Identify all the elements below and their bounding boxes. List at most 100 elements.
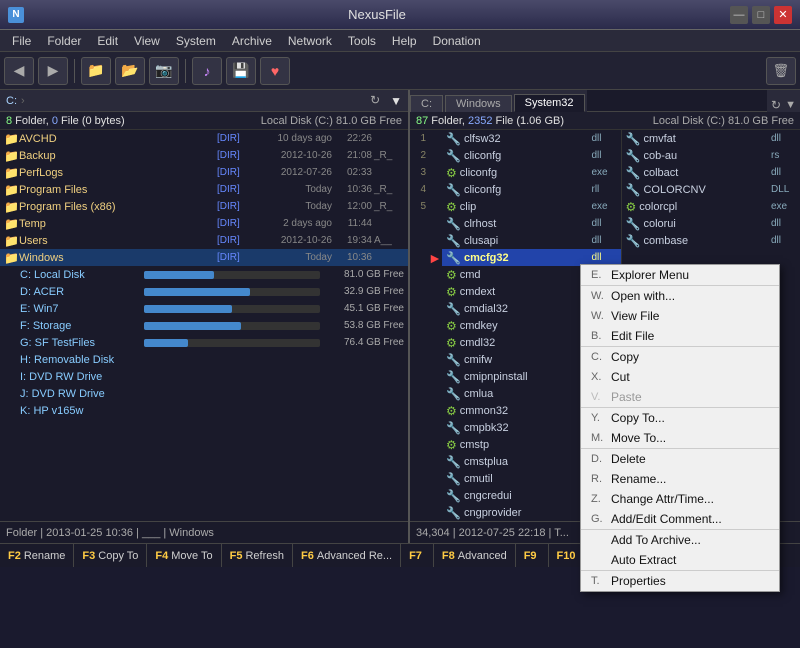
heart-button[interactable]: ♥ [260,57,290,85]
ctx-auto-extract[interactable]: Auto Extract [581,550,779,571]
drive-item[interactable]: K: HP v165w [0,402,408,419]
drive-item[interactable]: C: Local Disk 81.0 GB Free [0,266,408,283]
f2-rename-button[interactable]: F2 Rename [0,544,74,567]
list-item[interactable]: ⚙ cliconfg exe [442,164,621,181]
ctx-delete[interactable]: D. Delete [581,449,779,469]
file-name: cmdl32 [460,337,592,349]
file-name: cliconfg [460,167,592,179]
f3-copyto-button[interactable]: F3 Copy To [74,544,147,567]
disk-button[interactable]: 💾 [226,57,256,85]
ctx-move-to[interactable]: M. Move To... [581,428,779,449]
list-item[interactable]: 📁 AVCHD [DIR] 10 days ago 22:26 [0,130,408,147]
list-item[interactable]: 🔧 cob-au rs [622,147,800,164]
forward-button[interactable]: ▶ [38,57,68,85]
ctx-add-archive[interactable]: Add To Archive... [581,530,779,550]
ctx-paste[interactable]: V. Paste [581,387,779,408]
menu-archive[interactable]: Archive [224,32,280,50]
ctx-properties[interactable]: T. Properties [581,571,779,591]
ctx-rename[interactable]: R. Rename... [581,469,779,489]
music-button[interactable]: ♪ [192,57,222,85]
left-refresh-icon[interactable]: ↻ [370,93,386,109]
menu-network[interactable]: Network [280,32,340,50]
f6-advanced-button[interactable]: F6 Advanced Re... [293,544,401,567]
list-item[interactable]: 📁 Temp [DIR] 2 days ago 11:44 [0,215,408,232]
left-status-bar: Folder | 2013-01-25 10:36 | ___ | Window… [0,521,408,543]
file-name: colbact [643,167,771,179]
file-name: Users [19,235,217,247]
right-dropdown-icon[interactable]: ▼ [785,99,796,111]
menu-folder[interactable]: Folder [39,32,89,50]
f7-button[interactable]: F7 [401,544,434,567]
list-item[interactable]: 📁 Windows [DIR] Today 10:36 [0,249,408,266]
list-item[interactable]: 🔧 clrhost dll [442,215,621,232]
list-item[interactable]: 📁 Backup [DIR] 2012-10-26 21:08 _R_ [0,147,408,164]
folder-icon: 📁 [4,251,19,265]
drive-item[interactable]: I: DVD RW Drive [0,368,408,385]
f8-advanced-button[interactable]: F8 Advanced [434,544,516,567]
list-item[interactable]: 🔧 colorui dll [622,215,800,232]
file-name: cmutil [464,473,592,485]
menu-help[interactable]: Help [384,32,425,50]
list-item[interactable]: 🔧 colbact dll [622,164,800,181]
f9-button[interactable]: F9 [516,544,549,567]
file-name: Backup [19,150,217,162]
screenshot-button[interactable]: 📷 [149,57,179,85]
list-item[interactable]: ⚙ colorcpl exe [622,198,800,215]
drive-item[interactable]: J: DVD RW Drive [0,385,408,402]
list-item[interactable]: 🔧 cliconfg dll [442,147,621,164]
drive-item[interactable]: D: ACER 32.9 GB Free [0,283,408,300]
list-item[interactable]: 🔧 clusapi dll [442,232,621,249]
ctx-copy[interactable]: C. Copy [581,347,779,367]
f4-moveto-button[interactable]: F4 Move To [147,544,221,567]
ctx-open-with[interactable]: W. Open with... [581,286,779,306]
ctx-explorer-menu[interactable]: E. Explorer Menu [581,265,779,286]
list-item[interactable]: 🔧 COLORCNV DLL [622,181,800,198]
maximize-button[interactable]: □ [752,6,770,24]
folder-button[interactable]: 📁 [81,57,111,85]
close-button[interactable]: ✕ [774,6,792,24]
menu-system[interactable]: System [168,32,224,50]
menu-edit[interactable]: Edit [89,32,126,50]
trash-button[interactable]: 🗑 [766,57,796,85]
left-path-root[interactable]: C: [6,95,17,107]
left-dropdown-icon[interactable]: ▼ [390,94,402,108]
file-name: cmipnpinstall [464,371,592,383]
f5-refresh-button[interactable]: F5 Refresh [222,544,293,567]
drive-item[interactable]: H: Removable Disk [0,351,408,368]
drive-item[interactable]: E: Win7 45.1 GB Free [0,300,408,317]
file-name: AVCHD [19,133,217,145]
right-panel-tabs: C: Windows System32 ↻ ▼ [410,90,800,112]
list-item[interactable]: ⚙ clip exe [442,198,621,215]
menu-donation[interactable]: Donation [425,32,489,50]
right-refresh-icon[interactable]: ↻ [771,98,781,112]
list-item[interactable]: 📁 Users [DIR] 2012-10-26 19:34 A__ [0,232,408,249]
drive-item[interactable]: F: Storage 53.8 GB Free [0,317,408,334]
ctx-cut[interactable]: X. Cut [581,367,779,387]
ctx-edit-file[interactable]: B. Edit File [581,326,779,347]
tab-windows[interactable]: Windows [445,95,512,112]
list-item[interactable]: 🔧 combase dll [622,232,800,249]
ctx-add-comment[interactable]: G. Add/Edit Comment... [581,509,779,530]
ctx-view-file[interactable]: W. View File [581,306,779,326]
menu-tools[interactable]: Tools [340,32,384,50]
menu-file[interactable]: File [4,32,39,50]
file-name: cmd [460,269,592,281]
file-name: clrhost [464,218,592,230]
tab-c[interactable]: C: [410,95,443,112]
menu-view[interactable]: View [126,32,168,50]
list-item[interactable]: 📁 Program Files [DIR] Today 10:36 _R_ [0,181,408,198]
back-button[interactable]: ◀ [4,57,34,85]
file-name: cob-au [643,150,771,162]
list-item[interactable]: 📁 Program Files (x86) [DIR] Today 12:00 … [0,198,408,215]
list-item[interactable]: 🔧 cmvfat dll [622,130,800,147]
ctx-change-attr[interactable]: Z. Change Attr/Time... [581,489,779,509]
left-folder-count: 8 Folder, 0 File (0 bytes) [6,115,125,127]
minimize-button[interactable]: — [730,6,748,24]
list-item[interactable]: 🔧 cliconfg rll [442,181,621,198]
list-item[interactable]: 🔧 clfsw32 dll [442,130,621,147]
drive-item[interactable]: G: SF TestFiles 76.4 GB Free [0,334,408,351]
new-folder-button[interactable]: 📂 [115,57,145,85]
ctx-copy-to[interactable]: Y. Copy To... [581,408,779,428]
list-item[interactable]: 📁 PerfLogs [DIR] 2012-07-26 02:33 [0,164,408,181]
tab-system32[interactable]: System32 [514,94,585,112]
